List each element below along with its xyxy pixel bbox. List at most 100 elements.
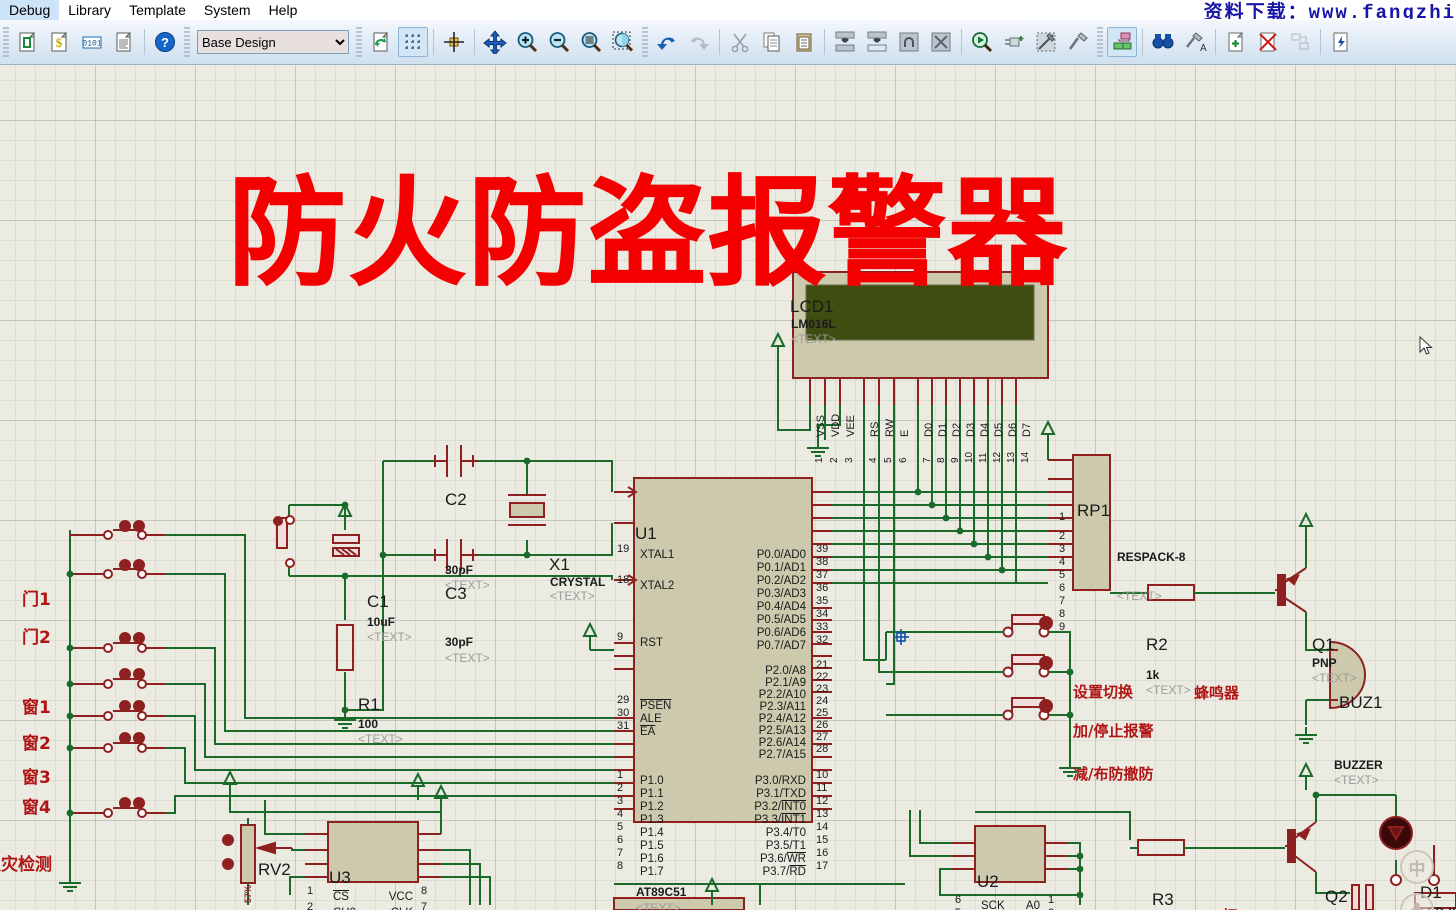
auto-name-icon[interactable]: A bbox=[1180, 27, 1210, 57]
report-icon[interactable] bbox=[109, 27, 139, 57]
undo-icon[interactable] bbox=[652, 27, 682, 57]
lcd1-pinnum-12: 12 bbox=[992, 451, 1003, 463]
menu-item-system[interactable]: System bbox=[195, 0, 260, 20]
u1-pinnum-21: 21 bbox=[816, 659, 829, 671]
u1-pinnum-12: 12 bbox=[816, 795, 829, 807]
exit-sheet-icon[interactable] bbox=[1285, 27, 1315, 57]
decompose-icon[interactable] bbox=[1063, 27, 1093, 57]
help-icon[interactable]: ? bbox=[150, 27, 180, 57]
u1-pin-p3-2-int0: P3.2/INT0 bbox=[754, 801, 806, 813]
lcd1-pinnum-2: 2 bbox=[829, 457, 840, 463]
menu-item-help[interactable]: Help bbox=[260, 0, 307, 20]
sensor-label-0: 门1 bbox=[22, 590, 51, 610]
netlist-icon[interactable] bbox=[13, 27, 43, 57]
output-label-0: 蜂鸣器 bbox=[1194, 684, 1240, 702]
toolbar-grip[interactable] bbox=[3, 27, 9, 57]
design-explorer-icon[interactable] bbox=[1107, 27, 1137, 57]
lcd1-pin-e: E bbox=[899, 429, 911, 437]
zoom-in-icon[interactable] bbox=[512, 27, 542, 57]
electrical-rule-check-icon[interactable]: 0101 bbox=[77, 27, 107, 57]
toggle-grid-icon[interactable] bbox=[398, 27, 428, 57]
svg-text:A: A bbox=[1200, 43, 1207, 54]
output-label-1: 灯 bbox=[1222, 905, 1237, 910]
rv2-reference: RV2 bbox=[258, 860, 291, 879]
u1-pinnum-14: 14 bbox=[816, 821, 829, 833]
sensor-label-5: 窗4 bbox=[22, 798, 51, 818]
block-copy-icon[interactable] bbox=[830, 27, 860, 57]
toolbar-separator bbox=[824, 29, 825, 55]
copy-icon[interactable] bbox=[757, 27, 787, 57]
rp1-pinnum-8: 8 bbox=[1059, 608, 1066, 620]
redo-icon[interactable] bbox=[684, 27, 714, 57]
toolbar-grip[interactable] bbox=[356, 27, 362, 57]
goto-sheet-icon[interactable] bbox=[1148, 27, 1178, 57]
make-device-icon[interactable] bbox=[999, 27, 1029, 57]
menu-item-debug[interactable]: Debug bbox=[0, 0, 60, 20]
lcd1-pinnum-5: 5 bbox=[883, 457, 894, 463]
u1-pinnum-26: 26 bbox=[816, 719, 829, 731]
lcd1-pinnum-7: 7 bbox=[922, 457, 933, 463]
source-code-icon[interactable] bbox=[1326, 27, 1356, 57]
toolbar-separator bbox=[961, 29, 962, 55]
sensor-label-1: 门2 bbox=[22, 628, 51, 648]
block-delete-icon[interactable] bbox=[926, 27, 956, 57]
u1-pin-p2-3-a11: P2.3/A11 bbox=[759, 701, 806, 713]
toolbar-separator bbox=[433, 29, 434, 55]
mouse-cursor bbox=[1419, 336, 1433, 355]
q2-reference: Q2 bbox=[1325, 887, 1348, 906]
lcd1-pin-vss: VSS bbox=[815, 414, 827, 437]
lcd1-pinnum-13: 13 bbox=[1006, 451, 1017, 463]
pick-from-libraries-icon[interactable] bbox=[967, 27, 997, 57]
bill-of-materials-icon[interactable]: $ bbox=[45, 27, 75, 57]
c1-text: <TEXT> bbox=[367, 630, 412, 644]
u1-pinnum-22: 22 bbox=[816, 671, 829, 683]
q1-text: <TEXT> bbox=[1312, 671, 1357, 685]
menu-item-template[interactable]: Template bbox=[120, 0, 195, 20]
paste-icon[interactable] bbox=[789, 27, 819, 57]
c3-value: 30pF bbox=[445, 635, 474, 649]
r1-value: 100 bbox=[358, 717, 379, 731]
block-rotate-icon[interactable] bbox=[894, 27, 924, 57]
toolbar-separator bbox=[1320, 29, 1321, 55]
toolbar-separator bbox=[1142, 29, 1143, 55]
packaging-tool-icon[interactable] bbox=[1031, 27, 1061, 57]
u1-pinnum-15: 15 bbox=[816, 834, 829, 846]
svg-text:$: $ bbox=[56, 35, 63, 50]
pan-icon[interactable] bbox=[480, 27, 510, 57]
zoom-out-icon[interactable] bbox=[544, 27, 574, 57]
lcd1-pin-rw: RW bbox=[884, 418, 896, 437]
u1-pinnum-11: 11 bbox=[816, 782, 828, 794]
block-move-icon[interactable] bbox=[862, 27, 892, 57]
refresh-icon[interactable] bbox=[366, 27, 396, 57]
q1-reference: Q1 bbox=[1312, 635, 1335, 654]
menu-item-library[interactable]: Library bbox=[59, 0, 120, 20]
watermark-emblem-1: 中 bbox=[1400, 850, 1434, 884]
u1-pinnum-27: 27 bbox=[816, 731, 829, 743]
x1-value: CRYSTAL bbox=[550, 575, 606, 589]
r2-reference: R2 bbox=[1146, 635, 1168, 654]
button-label-0: 设置切换 bbox=[1073, 683, 1134, 701]
new-sheet-icon[interactable] bbox=[1221, 27, 1251, 57]
cut-icon[interactable] bbox=[725, 27, 755, 57]
zoom-area-icon[interactable] bbox=[608, 27, 638, 57]
toolbar-grip[interactable] bbox=[1097, 27, 1103, 57]
toolbar-grip[interactable] bbox=[184, 27, 190, 57]
design-selector[interactable]: Base Design bbox=[197, 30, 349, 54]
zoom-all-icon[interactable] bbox=[576, 27, 606, 57]
lcd1-pinnum-4: 4 bbox=[868, 457, 879, 463]
u1-pinnum-13: 13 bbox=[816, 808, 829, 820]
lcd1-pinnum-11: 11 bbox=[978, 452, 989, 463]
toolbar-group-edit bbox=[651, 23, 1094, 61]
origin-icon[interactable] bbox=[439, 27, 469, 57]
toolbar-grip[interactable] bbox=[642, 27, 648, 57]
remove-sheet-icon[interactable] bbox=[1253, 27, 1283, 57]
u1-pin-p3-5-t1: P3.5/T1 bbox=[765, 840, 806, 852]
u1-pinnum-28: 28 bbox=[816, 743, 829, 755]
u1-pin-p0-3-ad3: P0.3/AD3 bbox=[756, 588, 806, 600]
lcd1-pin-d6: D6 bbox=[1007, 422, 1019, 437]
rp1-pinnum-4: 4 bbox=[1059, 556, 1066, 568]
u1-pinnum-35: 35 bbox=[816, 595, 829, 607]
u1-pinnum-38: 38 bbox=[816, 556, 829, 568]
x1-reference: X1 bbox=[549, 555, 570, 574]
schematic-canvas[interactable]: 防火防盗报警器 .w { stroke:#1a6b2a; stroke-widt… bbox=[0, 65, 1456, 910]
